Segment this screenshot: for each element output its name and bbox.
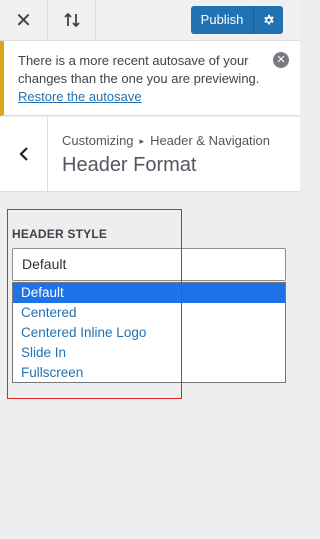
publish-settings-button[interactable] [253, 6, 284, 34]
notice-text: There is a more recent autosave of your … [18, 53, 260, 86]
close-icon: ✕ [15, 9, 32, 32]
publish-button-group: Publish [191, 6, 283, 34]
toggle-view-button[interactable] [48, 0, 96, 40]
breadcrumb-separator: ▸ [139, 136, 145, 146]
breadcrumb-parent: Header & Navigation [150, 133, 271, 148]
dismiss-notice-button[interactable]: ✕ [273, 52, 289, 68]
gear-icon [264, 14, 274, 25]
publish-button[interactable]: Publish [191, 6, 253, 34]
section-header: Customizing ▸ Header & Navigation Header F… [0, 117, 300, 192]
breadcrumb-root: Customizing [62, 133, 134, 148]
notice-message: There is a more recent autosave of your … [18, 52, 266, 106]
autosave-notice: There is a more recent autosave of your … [0, 41, 300, 116]
sort-arrows-icon [63, 12, 80, 28]
section-title: Header Format [62, 154, 197, 176]
annotation-highlight-box [7, 209, 182, 399]
breadcrumb: Customizing ▸ Header & Navigation [62, 133, 270, 148]
close-customizer-button[interactable]: ✕ [0, 0, 48, 40]
back-button[interactable] [0, 117, 48, 191]
dismiss-icon: ✕ [276, 53, 286, 66]
customizer-toolbar: ✕ Publish [0, 0, 300, 41]
chevron-left-icon [18, 147, 28, 161]
restore-autosave-link[interactable]: Restore the autosave [18, 89, 142, 104]
